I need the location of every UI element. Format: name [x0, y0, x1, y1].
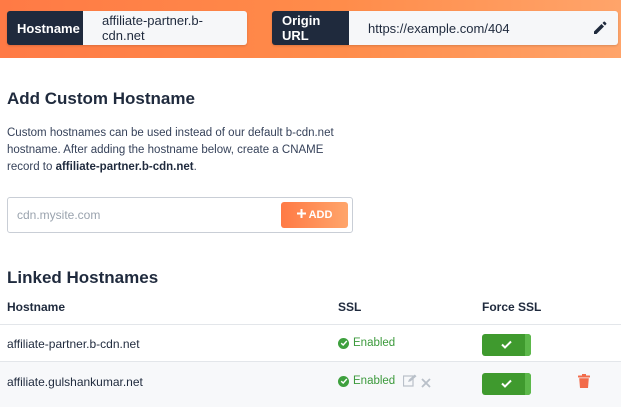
force-ssl-toggle[interactable]: [482, 373, 531, 395]
trash-icon[interactable]: [578, 374, 590, 393]
hostname-input[interactable]: [8, 198, 280, 232]
column-header-force-ssl: Force SSL: [482, 300, 542, 314]
ssl-status: Enabled: [338, 337, 395, 349]
plus-icon: [296, 209, 306, 221]
add-custom-hostname-title: Add Custom Hostname: [7, 89, 195, 108]
check-circle-icon: [338, 375, 349, 387]
hostname-label: Hostname: [7, 11, 83, 45]
origin-url-field: Origin URL https://example.com/404: [272, 11, 618, 45]
description-line-2: hostname. After adding the hostname belo…: [7, 144, 324, 156]
description-line-3-prefix: record to: [7, 161, 56, 173]
add-button-label: ADD: [308, 209, 333, 221]
description-line-3-suffix: .: [193, 161, 197, 173]
column-header-ssl: SSL: [338, 300, 362, 314]
edit-icon[interactable]: [402, 374, 417, 392]
origin-url-label: Origin URL: [272, 11, 349, 45]
add-hostname-form: ADD: [7, 197, 353, 233]
column-header-hostname: Hostname: [7, 300, 66, 314]
origin-url-text: https://example.com/404: [368, 20, 510, 36]
table-row: affiliate.gulshankumar.net Enabled: [0, 362, 621, 407]
check-circle-icon: [338, 337, 349, 349]
ssl-status-label: Enabled: [353, 375, 396, 387]
row-hostname: affiliate.gulshankumar.net: [7, 375, 143, 389]
description-line-1: Custom hostnames can be used instead of …: [7, 127, 334, 139]
ssl-status: Enabled: [338, 375, 395, 387]
ssl-status-label: Enabled: [353, 337, 396, 349]
table-row: affiliate-partner.b-cdn.net Enabled: [0, 325, 621, 362]
close-icon[interactable]: [421, 375, 431, 393]
hostname-field: Hostname affiliate-partner.b-cdn.net: [7, 11, 247, 45]
origin-url-value: https://example.com/404: [349, 11, 618, 45]
pencil-icon[interactable]: [592, 20, 608, 36]
checkmark-icon: [501, 336, 512, 354]
checkmark-icon: [501, 375, 512, 393]
top-bar: Hostname affiliate-partner.b-cdn.net Ori…: [0, 0, 621, 58]
cname-target: affiliate-partner.b-cdn.net: [55, 161, 194, 173]
add-button[interactable]: ADD: [281, 202, 348, 228]
linked-hostnames-title: Linked Hostnames: [7, 268, 159, 287]
row-hostname: affiliate-partner.b-cdn.net: [7, 337, 140, 351]
add-hostname-description: Custom hostnames can be used instead of …: [7, 125, 357, 176]
force-ssl-toggle[interactable]: [482, 334, 531, 356]
hostname-value: affiliate-partner.b-cdn.net: [83, 11, 247, 45]
